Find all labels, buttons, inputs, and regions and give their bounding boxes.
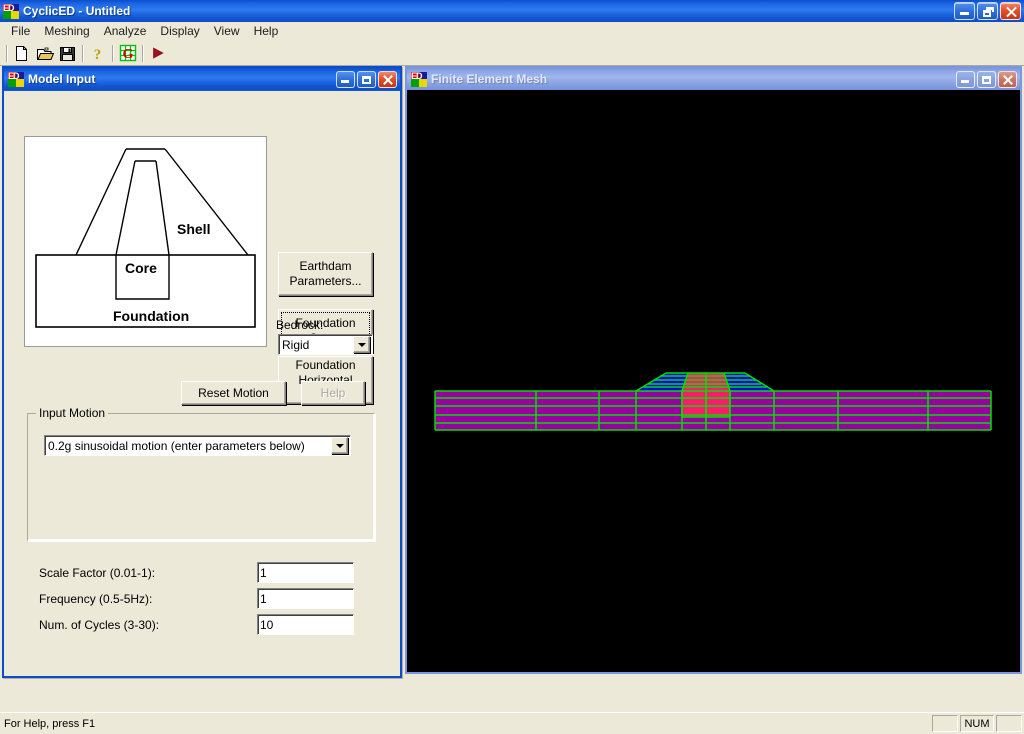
model-input-maximize-button[interactable]	[357, 70, 376, 88]
menu-display[interactable]: Display	[153, 23, 206, 39]
fe-mesh-close-button[interactable]	[998, 70, 1017, 88]
status-message: For Help, press F1	[4, 717, 96, 730]
app-logo-icon: ED	[8, 71, 24, 87]
menu-file[interactable]: File	[4, 23, 37, 39]
toolbar: ? G	[0, 41, 1024, 66]
app-logo-icon: ED	[3, 3, 19, 19]
frequency-input[interactable]: 1	[257, 588, 354, 609]
bedrock-selected-value: Rigid	[282, 337, 310, 352]
app-logo-icon: ED	[411, 71, 427, 87]
fe-mesh-minimize-button[interactable]	[956, 70, 975, 88]
frequency-label: Frequency (0.5-5Hz):	[39, 592, 153, 606]
open-file-icon[interactable]	[33, 42, 56, 64]
window-controls	[954, 2, 1021, 20]
bedrock-dropdown[interactable]: Rigid	[278, 334, 373, 355]
bedrock-label: Bedrock:	[276, 318, 324, 332]
fe-mesh-drawing	[408, 91, 1019, 671]
window-title: CyclicED - Untitled	[23, 4, 131, 18]
minimize-button[interactable]	[954, 2, 975, 20]
menu-view[interactable]: View	[207, 23, 247, 39]
mesh-grid-icon[interactable]: G	[116, 42, 139, 64]
svg-text:G: G	[122, 47, 133, 62]
earthdam-parameters-button[interactable]: Earthdam Parameters...	[278, 252, 373, 296]
diagram-label-foundation: Foundation	[113, 308, 189, 324]
num-cycles-label: Num. of Cycles (3-30):	[39, 618, 160, 632]
close-button[interactable]	[1000, 2, 1021, 20]
status-pane-3	[996, 715, 1022, 732]
toolbar-separator	[109, 44, 116, 62]
fe-mesh-canvas[interactable]	[407, 90, 1020, 672]
num-cycles-input[interactable]: 10	[257, 614, 354, 635]
diagram-label-shell: Shell	[177, 221, 210, 237]
model-input-title: Model Input	[28, 72, 96, 86]
diagram-label-core: Core	[125, 260, 157, 276]
scale-factor-input[interactable]: 1	[257, 562, 354, 583]
fe-mesh-window-controls	[956, 70, 1017, 88]
restore-button[interactable]	[977, 2, 998, 20]
model-input-window: ED Model Input Shell Core Foundation Ear…	[2, 66, 402, 678]
fe-mesh-title-bar: ED Finite Element Mesh	[407, 68, 1020, 90]
status-bar: For Help, press F1 NUM	[0, 712, 1024, 734]
menu-bar: File Meshing Analyze Display View Help	[0, 22, 1024, 41]
application-window: ED CyclicED - Untitled File Meshing Anal…	[0, 0, 1024, 734]
input-motion-group: Input Motion	[27, 406, 375, 541]
menu-help[interactable]: Help	[247, 23, 286, 39]
menu-meshing[interactable]: Meshing	[37, 23, 96, 39]
reset-motion-button[interactable]: Reset Motion	[181, 381, 286, 405]
dam-cross-section-diagram: Shell Core Foundation	[24, 136, 267, 347]
model-input-minimize-button[interactable]	[336, 70, 355, 88]
motion-type-dropdown[interactable]: 0.2g sinusoidal motion (enter parameters…	[44, 435, 351, 456]
svg-text:?: ?	[94, 47, 102, 62]
help-button: Help	[301, 381, 365, 405]
new-file-icon[interactable]	[10, 42, 33, 64]
model-input-body: Shell Core Foundation Earthdam Parameter…	[4, 90, 400, 676]
run-play-icon[interactable]	[146, 42, 169, 64]
main-title-bar: ED CyclicED - Untitled	[0, 0, 1024, 22]
chevron-down-icon[interactable]	[331, 437, 348, 454]
toolbar-separator	[79, 44, 86, 62]
help-question-icon[interactable]: ?	[86, 42, 109, 64]
mdi-client-area: ED Model Input Shell Core Foundation Ear…	[0, 66, 1024, 712]
fe-mesh-maximize-button[interactable]	[977, 70, 996, 88]
model-input-title-bar: ED Model Input	[4, 68, 400, 90]
chevron-down-icon[interactable]	[353, 336, 370, 353]
fe-mesh-title: Finite Element Mesh	[431, 72, 548, 86]
finite-element-mesh-window: ED Finite Element Mesh	[405, 66, 1022, 674]
toolbar-separator	[139, 44, 146, 62]
status-pane-num: NUM	[960, 715, 994, 732]
status-pane-1	[932, 715, 958, 732]
menu-analyze[interactable]: Analyze	[97, 23, 154, 39]
toolbar-separator	[3, 44, 10, 62]
model-input-window-controls	[336, 70, 397, 88]
scale-factor-label: Scale Factor (0.01-1):	[39, 566, 156, 580]
input-motion-legend: Input Motion	[36, 406, 109, 420]
model-input-close-button[interactable]	[378, 70, 397, 88]
motion-type-selected-value: 0.2g sinusoidal motion (enter parameters…	[48, 438, 305, 453]
save-file-icon[interactable]	[56, 42, 79, 64]
